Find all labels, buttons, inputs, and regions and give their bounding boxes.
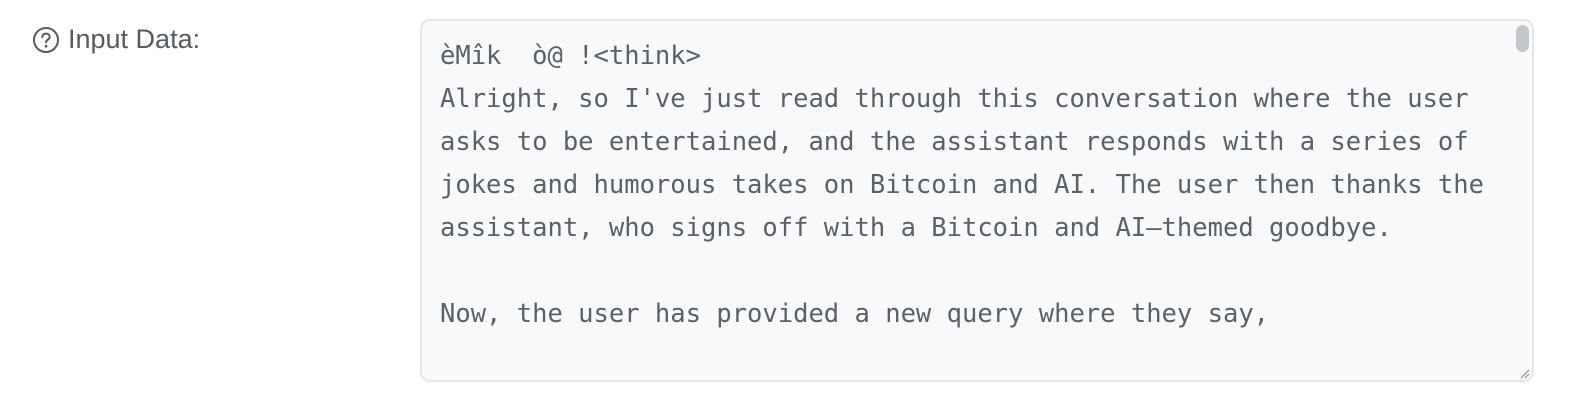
input-data-textarea[interactable]: èMîk ò@ !<think> Alright, so I've just r… xyxy=(420,19,1534,382)
resize-handle-icon[interactable] xyxy=(1518,366,1530,379)
scrollbar-thumb[interactable] xyxy=(1516,25,1529,52)
input-data-label-text: Input Data: xyxy=(68,24,201,54)
question-circle-icon[interactable] xyxy=(32,26,60,54)
input-data-row: Input Data: èMîk ò@ !<think> Alright, so… xyxy=(0,0,1592,406)
input-data-label: Input Data: xyxy=(32,24,200,55)
textarea-value[interactable]: èMîk ò@ !<think> Alright, so I've just r… xyxy=(440,35,1506,336)
